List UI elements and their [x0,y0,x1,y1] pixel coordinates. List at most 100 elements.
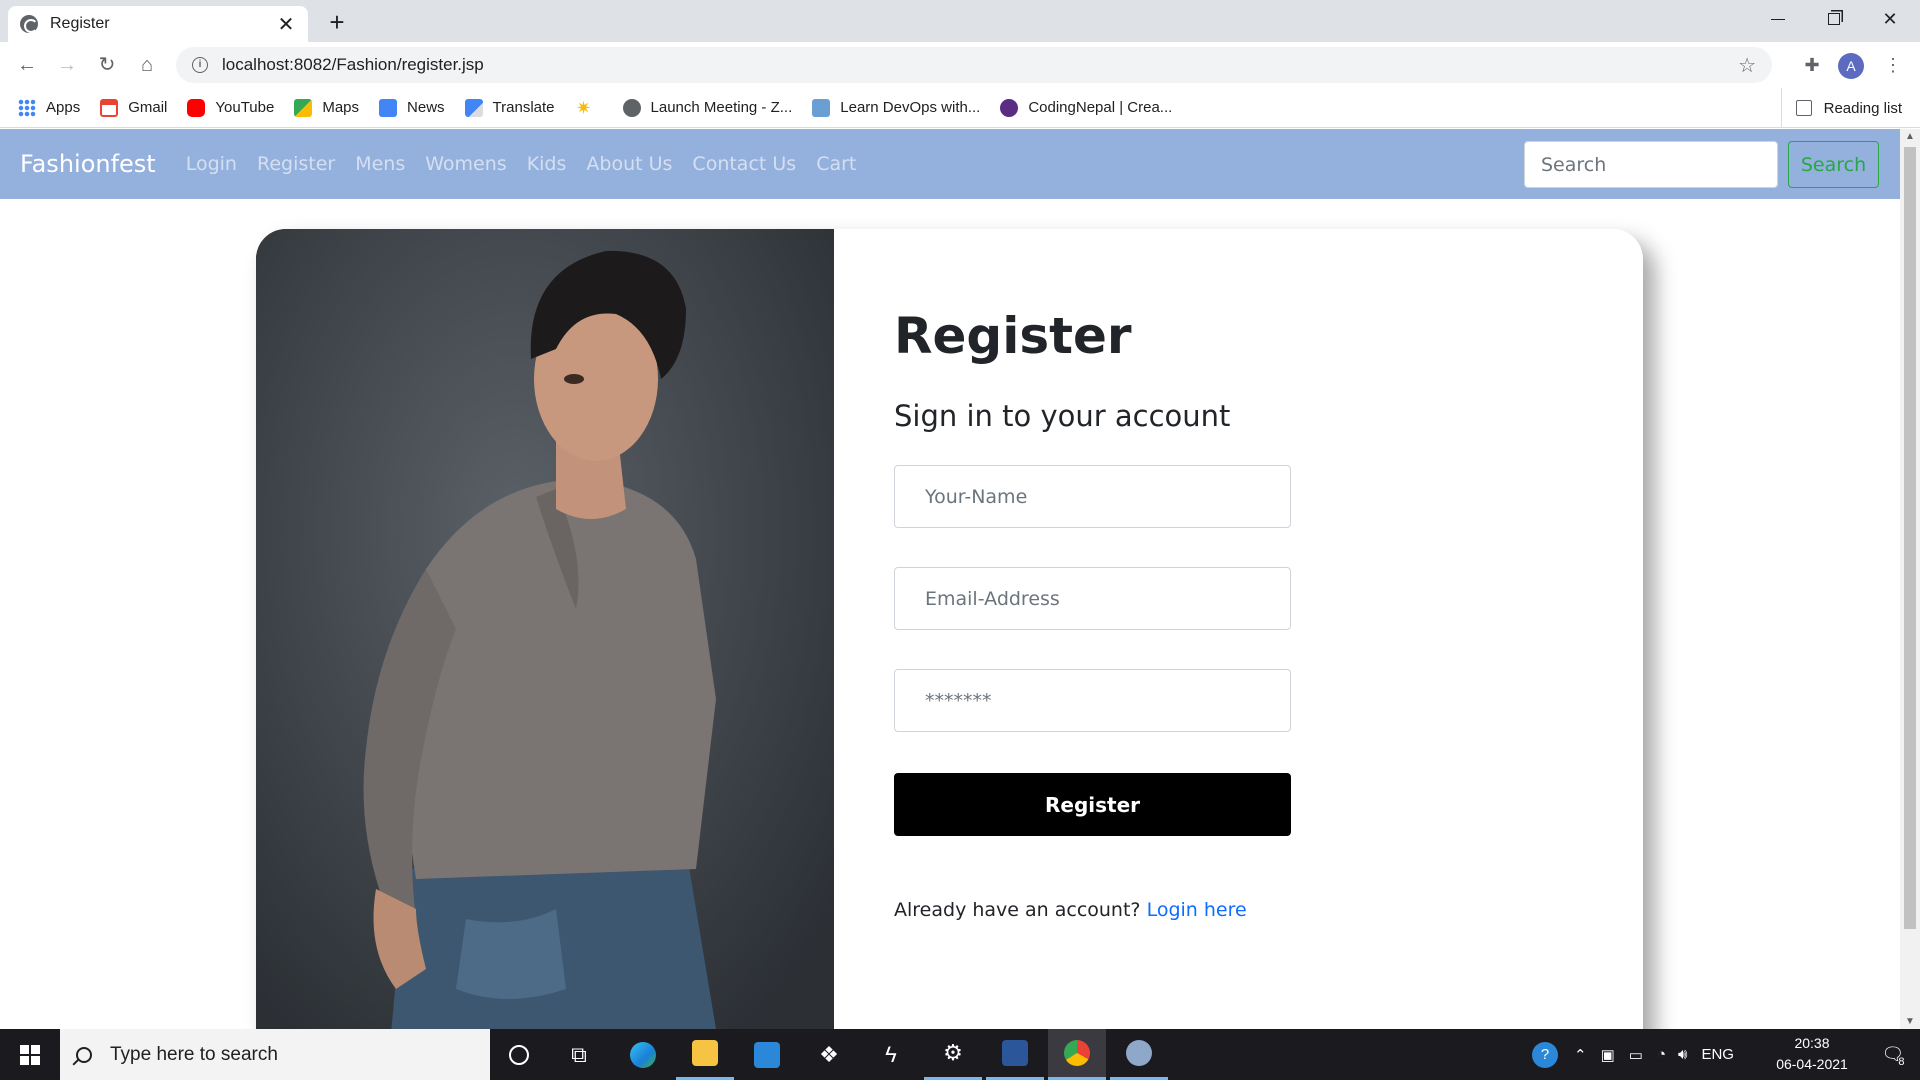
info-icon[interactable]: i [192,57,208,73]
device-icon[interactable]: ▣ [1601,1046,1615,1064]
paint-button[interactable] [1110,1029,1168,1080]
nav-contact-us[interactable]: Contact Us [692,153,796,175]
nav-cart[interactable]: Cart [816,153,856,175]
windows-taskbar: Type here to search ⧉ ❖ ϟ ⚙ ? ⌃ ▣ ▭ ◔ 🔊︎… [0,1029,1920,1080]
gmail-icon [100,98,119,117]
bolt-icon: ϟ [885,1041,897,1067]
home-icon: ⌂ [140,54,154,76]
page-title: Register [894,307,1132,365]
restore-button[interactable] [1806,0,1862,38]
bookmark-youtube[interactable]: YouTube [187,98,274,117]
home-button[interactable]: ⌂ [132,50,162,80]
search-icon [76,1046,92,1063]
file-explorer-button[interactable] [676,1029,734,1080]
close-tab-icon[interactable]: ✕ [276,12,296,37]
bookmark-apps[interactable]: Apps [18,98,80,117]
login-link[interactable]: Login here [1147,899,1247,921]
volume-icon[interactable]: 🔊︎ [1678,1046,1687,1063]
more-vert-icon: ⋮ [1884,55,1902,75]
login-prompt-text: Already have an account? [894,899,1141,921]
bookmark-launch-meeting[interactable]: Launch Meeting - Z... [622,98,792,117]
bookmark-sparkle[interactable]: ✷ [575,99,603,117]
register-form: Register Sign in to your account Your-Na… [894,229,1594,1029]
edge-button[interactable] [614,1029,672,1080]
nav-login[interactable]: Login [186,153,237,175]
globe-icon [20,15,38,33]
mail-icon [754,1041,780,1068]
notifications-button[interactable]: 🗨︎ 8 [1866,1029,1920,1080]
codingnepal-icon [1000,98,1019,117]
password-field[interactable]: ******* [894,669,1291,732]
task-view-button[interactable]: ⧉ [550,1029,608,1080]
dropbox-icon: ❖ [819,1041,839,1067]
nav-register[interactable]: Register [257,153,335,175]
cortana-icon [509,1044,529,1065]
start-button[interactable] [0,1029,60,1080]
site-search-button[interactable]: Search [1788,141,1879,188]
site-brand[interactable]: Fashionfest [20,150,156,178]
register-button[interactable]: Register [894,773,1291,836]
nav-womens[interactable]: Womens [425,153,506,175]
url-text[interactable]: localhost:8082/Fashion/register.jsp [222,55,1738,75]
clock-time: 20:38 [1794,1035,1830,1051]
browser-tab[interactable]: Register ✕ [8,6,308,42]
nav-about-us[interactable]: About Us [586,153,672,175]
menu-button[interactable]: ⋮ [1878,50,1908,80]
reload-button[interactable]: ↻ [92,50,122,80]
login-prompt: Already have an account? Login here [894,899,1247,921]
devops-icon [812,98,831,117]
minimize-button[interactable] [1750,0,1806,38]
bookmark-codingnepal[interactable]: CodingNepal | Crea... [1000,98,1172,117]
tab-title: Register [50,15,110,32]
close-window-button[interactable]: ✕ [1862,0,1918,38]
bookmark-maps[interactable]: Maps [294,98,359,117]
wifi-icon[interactable]: ◔ [1657,1046,1666,1063]
bookmark-news[interactable]: News [379,98,445,117]
bookmark-translate[interactable]: Translate [464,98,555,117]
bookmark-gmail[interactable]: Gmail [100,98,167,117]
paint-icon [1126,1040,1152,1066]
star-burst-icon: ✷ [575,97,592,118]
bolt-app-button[interactable]: ϟ [862,1029,920,1080]
back-button[interactable]: ← [12,50,42,80]
language-indicator[interactable]: ENG [1701,1046,1734,1063]
settings-app-button[interactable]: ⚙ [924,1029,982,1080]
chevron-up-icon[interactable]: ⌃ [1574,1046,1587,1064]
nav-kids[interactable]: Kids [527,153,567,175]
page-scrollbar[interactable]: ▲ ▼ [1900,129,1920,1029]
register-card: Register Sign in to your account Your-Na… [256,229,1643,1029]
model-illustration [256,229,834,1029]
extensions-button[interactable]: ✚ [1797,50,1827,80]
profile-avatar[interactable]: A [1838,53,1864,79]
taskbar-search-placeholder: Type here to search [110,1043,278,1065]
dropbox-button[interactable]: ❖ [800,1029,858,1080]
taskbar-search[interactable]: Type here to search [60,1029,490,1080]
notification-count: 8 [1898,1055,1905,1068]
scroll-down-icon[interactable]: ▼ [1905,1016,1915,1027]
site-search-input[interactable]: Search [1524,141,1778,188]
nav-mens[interactable]: Mens [355,153,405,175]
browser-tab-strip: Register ✕ + ✕ [0,0,1920,42]
bookmark-learn-devops[interactable]: Learn DevOps with... [812,98,980,117]
scroll-thumb[interactable] [1904,147,1916,929]
page-viewport: Fashionfest Login Register Mens Womens K… [0,129,1900,1029]
globe-icon [622,98,641,117]
battery-icon[interactable]: ▭ [1629,1046,1643,1064]
taskbar-clock[interactable]: 20:38 06-04-2021 [1760,1033,1864,1075]
mail-button[interactable] [738,1029,796,1080]
word-button[interactable] [986,1029,1044,1080]
address-bar[interactable]: i localhost:8082/Fashion/register.jsp ☆ [176,47,1772,83]
new-tab-button[interactable]: + [322,8,352,38]
name-field[interactable]: Your-Name [894,465,1291,528]
system-tray: ? ⌃ ▣ ▭ ◔ 🔊︎ ENG [1532,1029,1734,1080]
cortana-button[interactable] [490,1029,548,1080]
chrome-button[interactable] [1048,1029,1106,1080]
reading-list-button[interactable]: Reading list [1780,88,1902,128]
forward-button[interactable]: → [52,50,82,80]
help-icon[interactable]: ? [1532,1041,1558,1068]
scroll-up-icon[interactable]: ▲ [1905,131,1915,142]
folder-icon [692,1040,718,1066]
email-field[interactable]: Email-Address [894,567,1291,630]
youtube-icon [187,98,206,117]
bookmark-star-icon[interactable]: ☆ [1738,53,1756,78]
